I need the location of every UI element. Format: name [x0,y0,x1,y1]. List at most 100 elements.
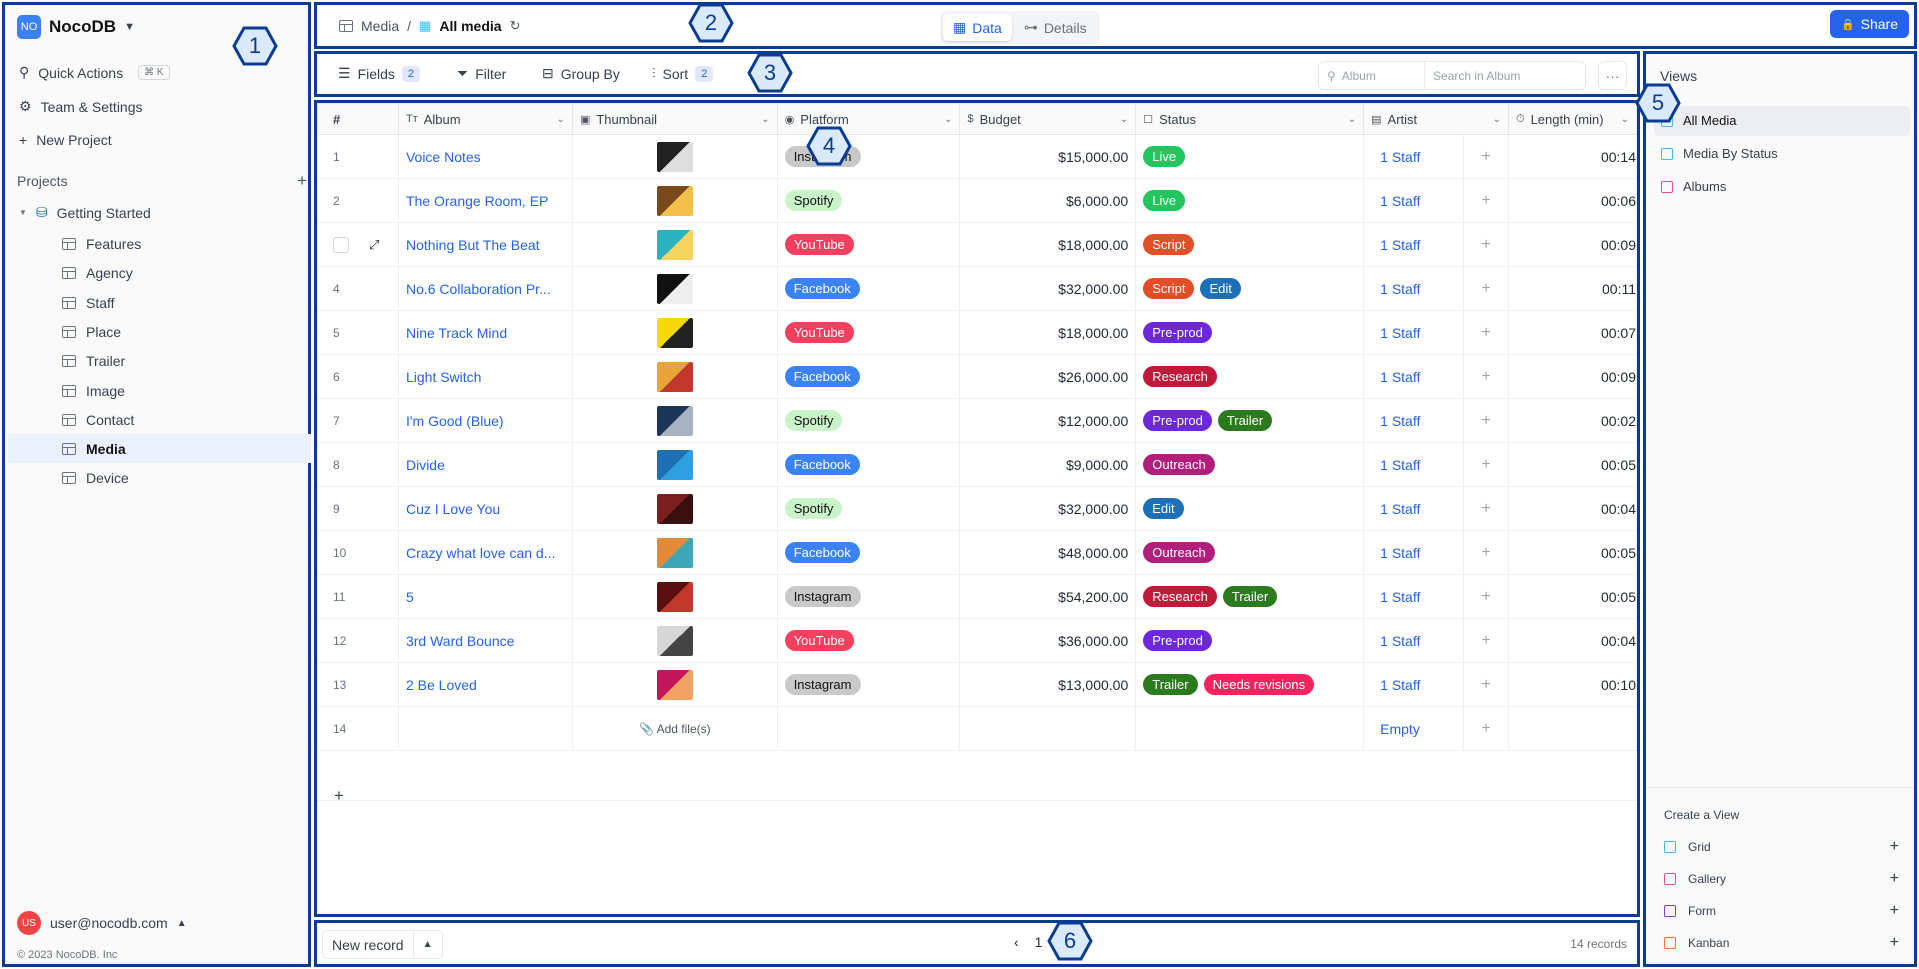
album-cell[interactable]: Light Switch [397,354,573,399]
length-cell[interactable]: 00:09 [1507,222,1637,267]
table-row[interactable]: 10 Crazy what love can d... Facebook $48,00… [317,530,1637,575]
budget-cell[interactable]: $26,000.00 [959,354,1137,399]
status-cell[interactable]: Live [1135,134,1365,179]
add-link-icon[interactable]: + [1463,574,1509,619]
user-menu[interactable]: US user@nocodb.com ▲ [17,911,187,935]
thumbnail-cell[interactable] [571,574,778,619]
row-number-header[interactable]: # [317,103,399,135]
chevron-up-icon[interactable]: ▲ [414,931,442,958]
status-cell[interactable] [1135,706,1365,751]
expand-icon[interactable]: ⤢ [369,237,379,252]
add-link-icon[interactable]: + [1463,178,1509,223]
platform-cell[interactable]: Spotify [776,398,961,443]
status-cell[interactable]: Pre-prod [1135,310,1365,355]
album-cell[interactable]: Divide [397,442,573,487]
create-form-view[interactable]: Form + [1664,902,1899,920]
platform-cell[interactable]: Instagram [776,662,961,707]
table-row[interactable]: 5 Nine Track Mind YouTube $18,000.00 Pre-pro… [317,310,1637,355]
status-cell[interactable]: Pre-prod Trailer [1135,398,1365,443]
budget-cell[interactable]: $48,000.00 [959,530,1137,575]
thumbnail-cell[interactable] [571,178,778,223]
add-link-icon[interactable]: + [1463,486,1509,531]
sidebar-table-media[interactable]: Media [62,441,126,457]
chevron-down-icon[interactable]: ⌄ [1621,114,1629,125]
platform-cell[interactable]: YouTube [776,222,961,267]
table-row[interactable]: 1Voice Notes Instagram$15,000.00 Live 1 Sta… [317,134,1637,179]
thumbnail-cell[interactable] [571,486,778,531]
album-cell[interactable]: 2 Be Loved [397,662,573,707]
artist-column-header[interactable]: ▤ Artist ⌄ [1363,103,1509,135]
add-link-icon[interactable]: + [1463,662,1509,707]
album-cell[interactable]: Voice Notes [397,134,573,179]
quick-actions-button[interactable]: ⚲ Quick Actions ⌘ K [19,64,170,81]
add-link-icon[interactable]: + [1463,530,1509,575]
thumbnail-cell[interactable] [571,266,778,311]
status-cell[interactable]: Research Trailer [1135,574,1365,619]
album-cell[interactable]: The Orange Room, EP [397,178,573,223]
table-row[interactable]: 11 5 Instagram $54,200.00 Research Trailer 1 S… [317,574,1637,619]
length-cell[interactable]: 00:07 [1507,310,1637,355]
length-cell[interactable]: 00:11 [1507,266,1637,311]
breadcrumb-table[interactable]: Media [361,18,399,34]
budget-cell[interactable]: $54,200.00 [959,574,1137,619]
platform-cell[interactable]: Facebook [776,442,961,487]
status-cell[interactable]: Live [1135,178,1365,223]
create-kanban-view[interactable]: Kanban + [1664,934,1899,952]
status-cell[interactable]: Research [1135,354,1365,399]
status-cell[interactable]: Edit [1135,486,1365,531]
add-link-icon[interactable]: + [1463,134,1509,179]
budget-column-header[interactable]: $ Budget ⌄ [959,103,1137,135]
table-row[interactable]: 2 The Orange Room, EP Spotify $6,000.00 Live… [317,178,1637,223]
add-link-icon[interactable]: + [1463,354,1509,399]
sidebar-table-agency[interactable]: Agency [62,265,133,281]
platform-cell[interactable]: Instagram [776,134,961,179]
platform-cell[interactable]: YouTube [776,618,961,663]
thumbnail-cell[interactable] [571,618,778,663]
artist-cell[interactable]: 1 Staff [1363,222,1465,267]
thumbnail-cell[interactable] [571,310,778,355]
budget-cell[interactable]: $12,000.00 [959,398,1137,443]
platform-cell[interactable]: YouTube [776,310,961,355]
group-by-button[interactable]: ⊟ Group By [542,65,620,82]
sidebar-table-features[interactable]: Features [62,236,141,252]
new-project-button[interactable]: + New Project [19,132,112,148]
add-link-icon[interactable]: + [1463,706,1509,751]
table-row[interactable]: 4 No.6 Collaboration Pr... Facebook $32,000… [317,266,1637,311]
length-cell[interactable]: 00:04 [1507,618,1637,663]
album-column-header[interactable]: Tт Album ⌄ [397,103,573,135]
project-getting-started[interactable]: ▼ ⛁ Getting Started [19,204,151,221]
thumbnail-cell[interactable] [571,442,778,487]
length-cell[interactable]: 00:09 [1507,354,1637,399]
table-row[interactable]: 9 Cuz I Love You Spotify $32,000.00 Edit 1 St… [317,486,1637,531]
share-button[interactable]: 🔒 Share [1829,10,1909,38]
platform-cell[interactable]: Spotify [776,178,961,223]
length-column-header[interactable]: ⏱ Length (min) ⌄ [1507,103,1637,135]
thumbnail-cell[interactable] [571,530,778,575]
add-link-icon[interactable]: + [1463,266,1509,311]
add-link-icon[interactable]: + [1463,618,1509,663]
team-settings-button[interactable]: ⚙ Team & Settings [19,98,143,115]
filter-button[interactable]: ⏷ Filter [457,65,506,82]
length-cell[interactable]: 00:05 [1507,442,1637,487]
status-cell[interactable]: Script Edit [1135,266,1365,311]
album-cell[interactable]: Nothing But The Beat [397,222,573,267]
album-cell[interactable]: No.6 Collaboration Pr... [397,266,573,311]
add-link-icon[interactable]: + [1463,222,1509,267]
search-input[interactable]: Search in Album [1425,62,1528,89]
status-cell[interactable]: Trailer Needs revisions [1135,662,1365,707]
length-cell[interactable]: 00:04 [1507,486,1637,531]
length-cell[interactable]: 00:05 [1507,530,1637,575]
length-cell[interactable]: 00:10 [1507,662,1637,707]
thumbnail-column-header[interactable]: ▣ Thumbnail ⌄ [571,103,778,135]
budget-cell[interactable]: $18,000.00 [959,310,1137,355]
create-gallery-view[interactable]: Gallery + [1664,870,1899,888]
row-checkbox[interactable] [333,237,349,254]
add-row-button[interactable]: + [334,786,344,806]
album-cell[interactable]: Crazy what love can d... [397,530,573,575]
artist-cell[interactable]: Empty [1363,706,1465,751]
search-field-select[interactable]: ⚲ Album [1319,62,1425,89]
chevron-down-icon[interactable]: ⌄ [761,114,769,125]
budget-cell[interactable]: $18,000.00 [959,222,1137,267]
album-cell[interactable]: Nine Track Mind [397,310,573,355]
album-cell[interactable]: I'm Good (Blue) [397,398,573,443]
